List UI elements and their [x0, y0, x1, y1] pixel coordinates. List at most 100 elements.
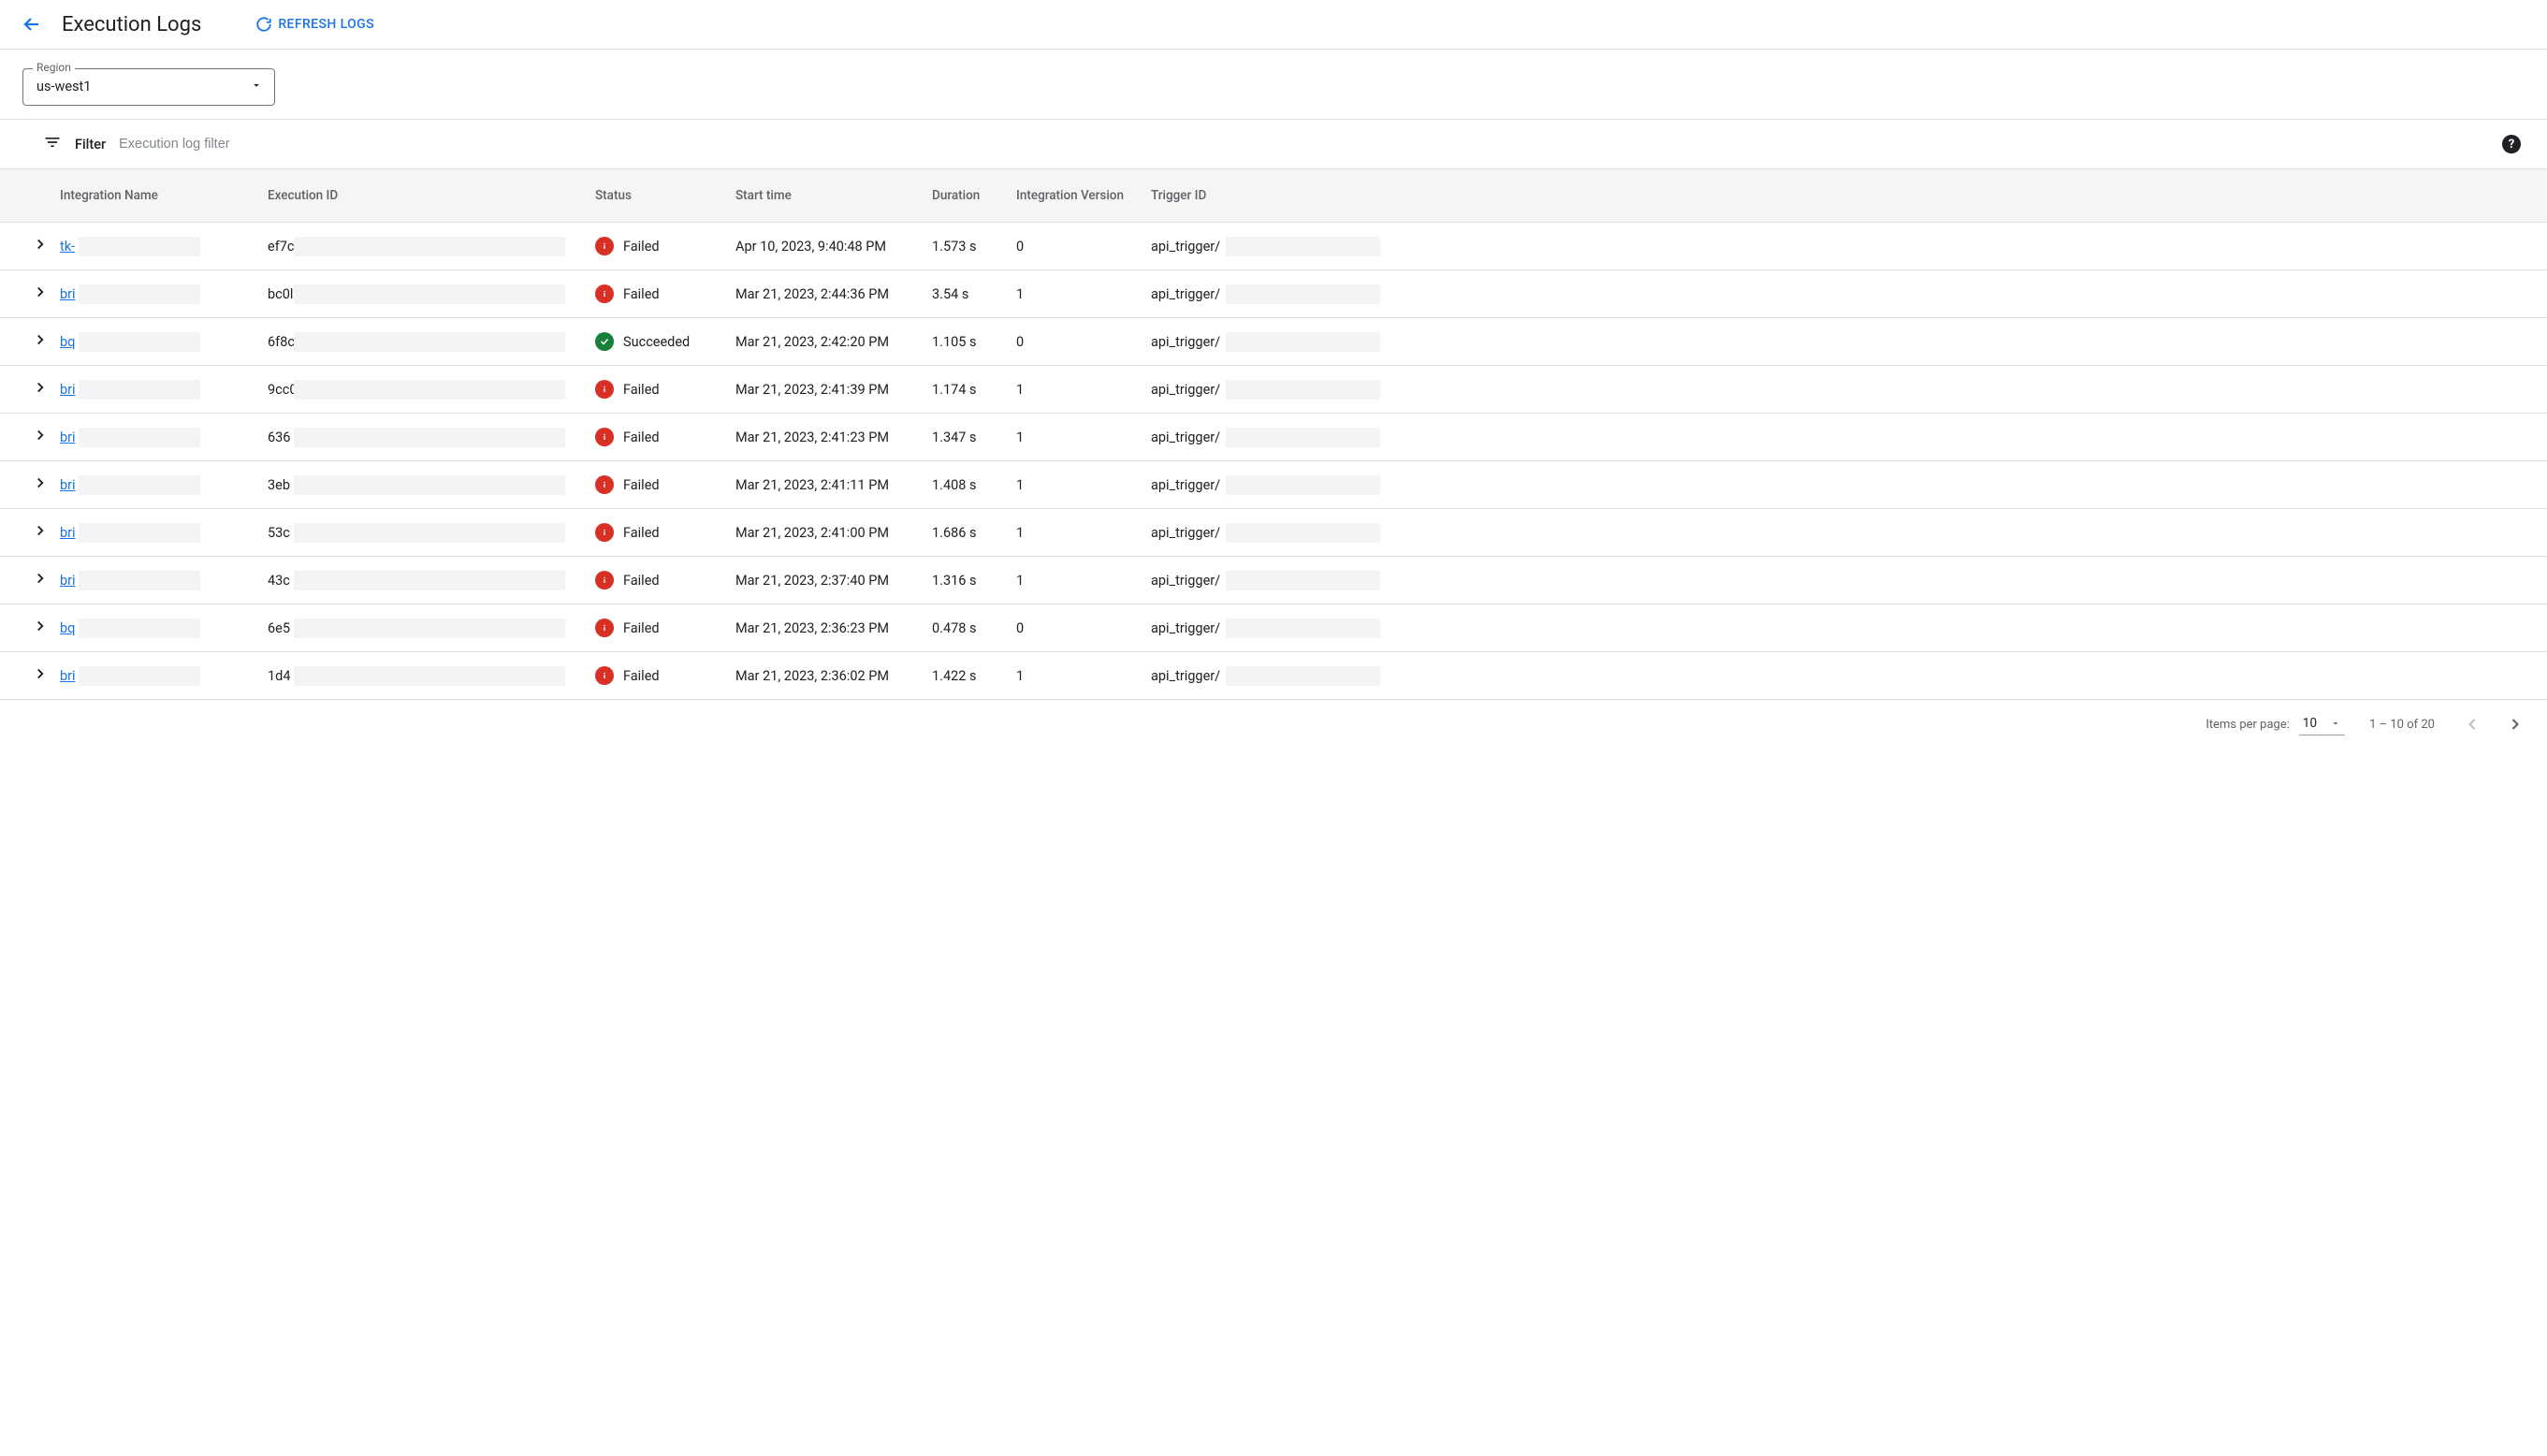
- execution-id: 53c: [268, 525, 290, 541]
- page-size-value: 10: [2303, 716, 2317, 731]
- next-page-button[interactable]: [2502, 711, 2528, 737]
- status-failed-icon: [595, 619, 614, 637]
- expand-row-button[interactable]: [32, 236, 49, 253]
- status-label: Failed: [623, 430, 660, 445]
- chevron-left-icon: [2463, 715, 2482, 734]
- trigger-id: api_trigger/: [1151, 382, 1220, 398]
- status-label: Failed: [623, 620, 660, 636]
- items-per-page-label: Items per page:: [2205, 718, 2290, 732]
- start-time: Mar 21, 2023, 2:41:00 PM: [735, 525, 889, 541]
- integration-name-link[interactable]: bq: [60, 620, 75, 636]
- redacted-mask: [294, 428, 565, 447]
- execution-id: 1d4: [268, 668, 290, 684]
- duration: 1.105 s: [932, 334, 977, 350]
- redacted-mask: [294, 237, 565, 256]
- page-size-select[interactable]: 10: [2299, 714, 2345, 735]
- expand-row-button[interactable]: [32, 570, 49, 587]
- status-label: Failed: [623, 382, 660, 398]
- execution-id: ef7c: [268, 239, 294, 255]
- duration: 1.347 s: [932, 430, 977, 445]
- execution-id: 6e5: [268, 620, 290, 636]
- redacted-mask: [294, 666, 565, 686]
- redacted-mask: [1226, 571, 1380, 590]
- table-row: bri bc0l Failed Mar 21, 2023, 2:44:36 PM 3.5…: [0, 270, 2547, 318]
- redacted-mask: [1226, 666, 1380, 686]
- integration-name-link[interactable]: bri: [60, 525, 76, 541]
- region-field-label: Region: [33, 61, 75, 74]
- trigger-id: api_trigger/: [1151, 668, 1220, 684]
- status-failed-icon: [595, 380, 614, 399]
- table-row: bri1d4FailedMar 21, 2023, 2:36:02 PM1.42…: [0, 652, 2547, 700]
- chevron-down-icon: [250, 79, 263, 95]
- redacted-mask: [294, 523, 565, 543]
- integration-name-link[interactable]: tk-: [60, 239, 75, 255]
- region-value: us-west1: [36, 79, 91, 95]
- col-execution-id[interactable]: Execution ID: [256, 169, 584, 223]
- integration-version: 1: [1016, 477, 1024, 493]
- integration-version: 1: [1016, 525, 1024, 541]
- status-label: Failed: [623, 239, 660, 255]
- table-row: tk-ef7cFailedApr 10, 2023, 9:40:48 PM1.5…: [0, 223, 2547, 270]
- execution-id: 3eb: [268, 477, 290, 493]
- start-time: Mar 21, 2023, 2:36:23 PM: [735, 620, 889, 636]
- duration: 3.54 s: [932, 286, 968, 302]
- execution-id: bc0l: [268, 286, 293, 302]
- integration-version: 1: [1016, 286, 1024, 302]
- integration-name-link[interactable]: bri: [60, 477, 76, 493]
- col-integration-version[interactable]: Integration Version: [1005, 169, 1140, 223]
- redacted-mask: [294, 380, 565, 400]
- chevron-down-icon: [2330, 718, 2341, 729]
- col-duration[interactable]: Duration: [921, 169, 1005, 223]
- table-row: bri53cFailedMar 21, 2023, 2:41:00 PM1.68…: [0, 509, 2547, 557]
- refresh-label: REFRESH LOGS: [278, 17, 374, 32]
- integration-name-link[interactable]: bri: [60, 286, 76, 302]
- expand-row-button[interactable]: [32, 522, 49, 539]
- integration-name-link[interactable]: bri: [60, 430, 76, 445]
- refresh-logs-button[interactable]: REFRESH LOGS: [255, 16, 374, 33]
- region-select[interactable]: Region us-west1: [22, 68, 275, 106]
- integration-name-link[interactable]: bri: [60, 382, 76, 398]
- col-trigger-id[interactable]: Trigger ID: [1140, 169, 2547, 223]
- execution-id: 6f8c: [268, 334, 295, 350]
- expand-row-button[interactable]: [32, 379, 49, 396]
- trigger-id: api_trigger/: [1151, 573, 1220, 589]
- integration-name-link[interactable]: bq: [60, 334, 75, 350]
- start-time: Mar 21, 2023, 2:44:36 PM: [735, 286, 889, 302]
- redacted-mask: [1226, 619, 1380, 638]
- integration-name-link[interactable]: bri: [60, 573, 76, 589]
- table-row: bri9cc0FailedMar 21, 2023, 2:41:39 PM1.1…: [0, 366, 2547, 414]
- status-failed-icon: [595, 571, 614, 590]
- expand-row-button[interactable]: [32, 665, 49, 682]
- redacted-mask: [1226, 332, 1380, 352]
- execution-id: 9cc0: [268, 382, 297, 398]
- redacted-mask: [294, 284, 565, 304]
- status-failed-icon: [595, 428, 614, 446]
- redacted-mask: [79, 237, 200, 256]
- expand-row-button[interactable]: [32, 331, 49, 348]
- col-integration-name[interactable]: Integration Name: [60, 169, 256, 223]
- expand-row-button[interactable]: [32, 474, 49, 491]
- status-label: Failed: [623, 573, 660, 589]
- status-label: Failed: [623, 477, 660, 493]
- start-time: Mar 21, 2023, 2:41:39 PM: [735, 382, 889, 398]
- expand-row-button[interactable]: [32, 427, 49, 444]
- redacted-mask: [294, 475, 565, 495]
- col-start-time[interactable]: Start time: [724, 169, 921, 223]
- expand-row-button[interactable]: [32, 618, 49, 634]
- execution-id: 636: [268, 430, 290, 445]
- help-icon[interactable]: ?: [2502, 135, 2521, 153]
- integration-name-link[interactable]: bri: [60, 668, 76, 684]
- prev-page-button[interactable]: [2459, 711, 2485, 737]
- expand-row-button[interactable]: [32, 284, 49, 300]
- chevron-right-icon: [2506, 715, 2525, 734]
- redacted-mask: [1226, 237, 1380, 256]
- arrow-left-icon: [21, 13, 43, 36]
- col-status[interactable]: Status: [584, 169, 724, 223]
- filter-input[interactable]: [119, 137, 2489, 152]
- back-button[interactable]: [19, 11, 45, 37]
- trigger-id: api_trigger/: [1151, 430, 1220, 445]
- redacted-mask: [79, 523, 200, 543]
- filter-label: Filter: [75, 137, 106, 153]
- redacted-mask: [79, 619, 200, 638]
- status-label: Failed: [623, 286, 660, 302]
